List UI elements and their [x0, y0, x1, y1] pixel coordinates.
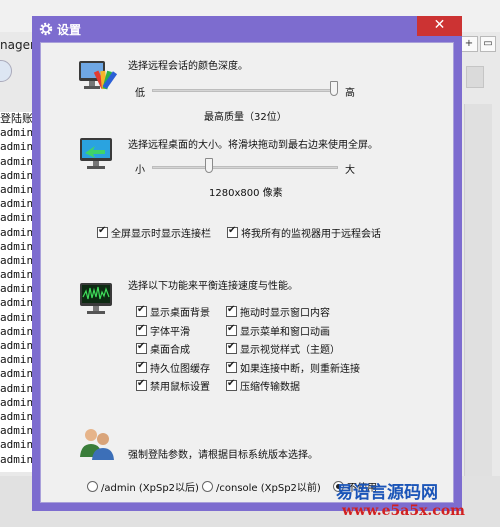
color-depth-description: 选择远程会话的颜色深度。	[128, 61, 248, 72]
option-compression[interactable]: 压缩传输数据	[226, 378, 300, 393]
screen-size-slider-track[interactable]	[152, 166, 338, 169]
option-label: 如果连接中断，则重新连接	[240, 364, 360, 375]
close-button[interactable]: ✕	[417, 16, 462, 36]
background-add-button[interactable]: +	[460, 36, 478, 52]
checkbox-mark[interactable]	[136, 341, 147, 354]
checkbox-mark[interactable]	[136, 323, 147, 336]
fullscreen-bar-label: 全屏显示时显示连接栏	[111, 229, 211, 240]
dialog-client-area: 选择远程会话的颜色深度。 低 高 最高质量（32位） 选择远程桌面的大小。将滑块…	[40, 42, 454, 503]
color-depth-low-label: 低	[135, 88, 145, 99]
option-disable-mouse[interactable]: 禁用鼠标设置	[136, 378, 210, 393]
checkbox-mark[interactable]	[136, 304, 147, 317]
screen-size-description: 选择远程桌面的大小。将滑块拖动到最右边来使用全屏。	[128, 140, 378, 151]
background-restore-button[interactable]: ▭	[480, 36, 496, 52]
checkbox-mark[interactable]	[226, 341, 237, 354]
gear-icon	[39, 22, 53, 36]
color-depth-value: 最高质量（32位）	[204, 112, 287, 123]
option-label: 压缩传输数据	[240, 382, 300, 393]
radio-console[interactable]: /console (XpSp2以前)	[202, 479, 321, 494]
background-circle-icon	[0, 60, 12, 82]
option-label: 显示菜单和窗口动画	[240, 327, 330, 338]
option-font-smoothing[interactable]: 字体平滑	[136, 323, 190, 338]
color-depth-slider-track[interactable]	[152, 89, 338, 92]
option-label: 拖动时显示窗口内容	[240, 308, 330, 319]
radio-label: /console (XpSp2以前)	[216, 483, 321, 494]
option-menu-animation[interactable]: 显示菜单和窗口动画	[226, 323, 330, 338]
radio-mark[interactable]	[202, 481, 213, 492]
checkbox-mark[interactable]	[97, 225, 108, 238]
color-palette-monitor-icon	[79, 61, 117, 90]
option-label: 桌面合成	[150, 345, 190, 356]
color-depth-slider-thumb[interactable]	[330, 81, 338, 96]
radio-admin[interactable]: /admin (XpSp2以后)	[87, 479, 199, 494]
background-window-title: nager	[0, 38, 35, 52]
option-label: 显示桌面背景	[150, 308, 210, 319]
checkbox-mark[interactable]	[136, 360, 147, 373]
settings-dialog: 设置 ✕ 选择远程会话的颜色深度。 低 高 最高质量（32位） 选择远程桌面的大…	[32, 16, 462, 511]
checkbox-mark[interactable]	[226, 378, 237, 391]
option-desktop-composition[interactable]: 桌面合成	[136, 341, 190, 356]
monitor-icon	[80, 138, 112, 169]
option-label: 显示视觉样式（主题）	[240, 345, 340, 356]
radio-mark[interactable]	[87, 481, 98, 492]
screen-size-small-label: 小	[135, 165, 145, 176]
option-window-drag-contents[interactable]: 拖动时显示窗口内容	[226, 304, 330, 319]
option-visual-styles[interactable]: 显示视觉样式（主题）	[226, 341, 340, 356]
checkbox-mark[interactable]	[226, 323, 237, 336]
checkbox-mark[interactable]	[226, 304, 237, 317]
screen-size-value: 1280x800 像素	[209, 188, 283, 199]
option-label: 字体平滑	[150, 327, 190, 338]
radio-label: /admin (XpSp2以后)	[101, 483, 199, 494]
dialog-titlebar[interactable]: 设置 ✕	[32, 16, 462, 42]
checkbox-mark[interactable]	[226, 360, 237, 373]
all-monitors-label: 将我所有的监视器用于远程会话	[241, 229, 381, 240]
performance-description: 选择以下功能来平衡连接速度与性能。	[128, 281, 298, 292]
all-monitors-checkbox[interactable]: 将我所有的监视器用于远程会话	[227, 225, 381, 240]
watermark-url: www.e5a5x.com	[342, 503, 465, 519]
checkbox-mark[interactable]	[136, 378, 147, 391]
checkbox-mark[interactable]	[227, 225, 238, 238]
color-depth-high-label: 高	[345, 88, 355, 99]
option-label: 禁用鼠标设置	[150, 382, 210, 393]
option-desktop-background[interactable]: 显示桌面背景	[136, 304, 210, 319]
fullscreen-bar-checkbox[interactable]: 全屏显示时显示连接栏	[97, 225, 211, 240]
option-bitmap-cache[interactable]: 持久位图缓存	[136, 360, 210, 375]
admin-mode-description: 强制登陆参数，请根据目标系统版本选择。	[128, 450, 318, 461]
dialog-title: 设置	[57, 23, 82, 37]
screen-size-slider-thumb[interactable]	[205, 158, 214, 173]
users-icon	[80, 429, 114, 460]
screen-size-large-label: 大	[345, 165, 355, 176]
watermark-name: 易语言源码网	[336, 483, 438, 503]
option-label: 持久位图缓存	[150, 364, 210, 375]
background-scroll-button[interactable]	[466, 66, 484, 88]
watermark: 易语言源码网 www.e5a5x.com	[336, 478, 500, 527]
performance-monitor-icon	[80, 283, 112, 314]
option-auto-reconnect[interactable]: 如果连接中断，则重新连接	[226, 360, 360, 375]
background-scrollbar[interactable]	[464, 104, 492, 484]
